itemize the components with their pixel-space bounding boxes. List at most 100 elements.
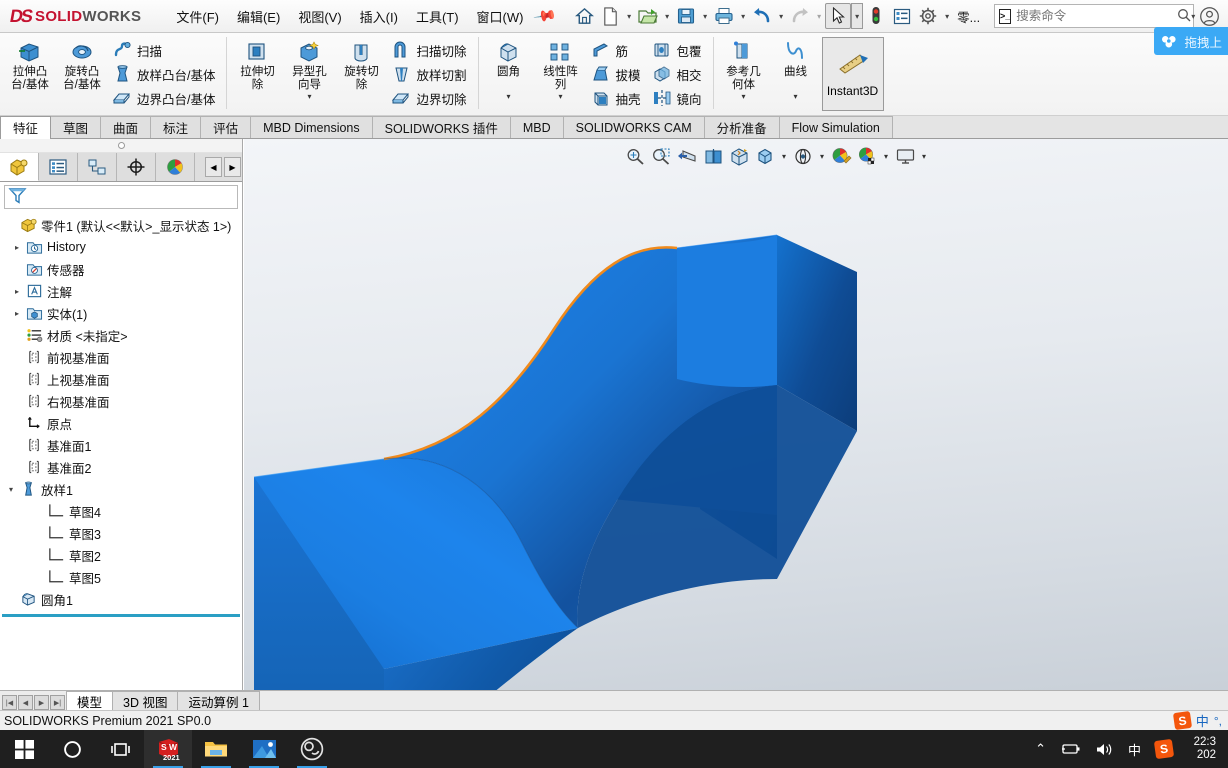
redo-icon[interactable] [787,3,813,29]
tree-item-material[interactable]: 材质 <未指定> [0,324,242,346]
tree-twisty-annotations[interactable]: ▸ [10,287,24,296]
tab-flow-simulation[interactable]: Flow Simulation [778,116,893,138]
start-button[interactable] [0,730,48,768]
panel-grip-handle[interactable] [0,139,242,153]
hole-wizard-button[interactable]: 异型孔 向导 ▾ [283,35,335,102]
rib-button[interactable]: 筋 [587,38,648,62]
swept-boss-button[interactable]: 扫描 [108,38,222,62]
menu-edit[interactable]: 编辑(E) [228,3,289,30]
property-manager-tab[interactable] [39,153,78,181]
battery-icon[interactable] [1053,742,1088,756]
settings-gear-icon[interactable] [915,3,941,29]
tab-solidworks-addins[interactable]: SOLIDWORKS 插件 [371,116,511,138]
linear-pattern-caret[interactable]: ▾ [558,92,562,101]
sogou-ime-icon[interactable]: S [1172,710,1192,731]
taskbar-obs[interactable] [288,730,336,768]
doc-nav-next[interactable]: ▶ [34,695,49,710]
lofted-part-model[interactable] [244,139,1228,690]
fm-scroll-left[interactable]: ◀ [205,157,222,177]
tree-item-sketch2[interactable]: 草图2 [0,544,242,566]
tree-item-sketch4[interactable]: 草图4 [0,500,242,522]
pin-icon[interactable]: 📌 [533,3,559,29]
taskbar-clock[interactable]: 22:3 202 [1180,736,1222,762]
wrap-button[interactable]: 包覆 [648,38,709,62]
select-cursor-icon[interactable] [825,3,852,29]
tree-item-fillet1[interactable]: 圆角1 [0,588,242,610]
undo-caret[interactable]: ▾ [775,3,787,29]
tree-item-solid-bodies[interactable]: ▸ 实体(1) [0,302,242,324]
boundary-cut-button[interactable]: 边界切除 [387,86,473,110]
tree-twisty-loft1[interactable]: ▾ [4,485,18,494]
extruded-cut-button[interactable]: 拉伸切 除 [231,35,283,92]
feature-tree-tab[interactable] [0,153,39,181]
tab-evaluate[interactable]: 评估 [200,116,252,138]
dimxpert-manager-tab[interactable] [117,153,156,181]
task-view-button[interactable] [96,730,144,768]
user-account-icon[interactable] [1194,3,1224,29]
extruded-boss-button[interactable]: 拉伸凸 台/基体 [4,35,56,92]
swept-cut-button[interactable]: 扫描切除 [387,38,473,62]
linear-pattern-button[interactable]: 线性阵 列 ▾ [535,35,587,102]
tree-item-right-plane[interactable]: 右视基准面 [0,390,242,412]
tree-item-part[interactable]: 零件1 (默认<<默认>_显示状态 1>) [0,214,242,236]
reference-geometry-button[interactable]: 参考几 何体 ▾ [718,35,770,102]
open-folder-icon[interactable] [635,3,661,29]
sogou-tray-icon[interactable]: S [1148,738,1180,760]
rebuild-status-icon[interactable] [863,3,889,29]
intersect-button[interactable]: 相交 [648,62,709,86]
taskbar-solidworks[interactable]: S W 2021 [144,730,192,768]
tree-item-plane2[interactable]: 基准面2 [0,456,242,478]
cortana-search-button[interactable] [48,730,96,768]
menu-insert[interactable]: 插入(I) [351,3,407,30]
hole-wizard-caret[interactable]: ▾ [307,92,311,101]
search-icon[interactable] [1177,8,1191,25]
home-icon[interactable] [571,3,597,29]
doc-tab-model[interactable]: 模型 [66,691,114,710]
tree-item-origin[interactable]: 原点 [0,412,242,434]
select-cursor-caret[interactable]: ▾ [851,3,864,29]
tree-filter-bar[interactable] [4,185,238,209]
tree-item-annotations[interactable]: ▸ 注解 [0,280,242,302]
tree-item-sketch5[interactable]: 草图5 [0,566,242,588]
save-caret[interactable]: ▾ [699,3,711,29]
doc-nav-last[interactable]: ▶| [50,695,65,710]
menu-window[interactable]: 窗口(W) [468,3,533,30]
menu-view[interactable]: 视图(V) [289,3,350,30]
tab-sketch[interactable]: 草图 [50,116,102,138]
rollback-bar[interactable] [2,614,240,617]
part-context-label[interactable]: 零... [953,7,984,26]
boundary-boss-button[interactable]: 边界凸台/基体 [108,86,222,110]
draft-button[interactable]: 拔模 [587,62,648,86]
shell-button[interactable]: 抽壳 [587,86,648,110]
menu-file[interactable]: 文件(F) [167,3,228,30]
tab-mbd[interactable]: MBD [509,116,564,138]
tree-twisty-history[interactable]: ▸ [10,243,24,252]
tab-solidworks-cam[interactable]: SOLIDWORKS CAM [562,116,705,138]
doc-nav-prev[interactable]: ◀ [18,695,33,710]
fm-scroll-right[interactable]: ▶ [224,157,241,177]
undo-icon[interactable] [749,3,775,29]
print-caret[interactable]: ▾ [737,3,749,29]
new-document-icon[interactable] [597,3,623,29]
tab-mbd-dimensions[interactable]: MBD Dimensions [250,116,373,138]
new-document-caret[interactable]: ▾ [623,3,635,29]
lofted-cut-button[interactable]: 放样切割 [387,62,473,86]
curves-button[interactable]: 曲线 ▾ [770,35,822,102]
revolved-boss-button[interactable]: 旋转凸 台/基体 [56,35,108,92]
display-manager-tab[interactable] [156,153,195,181]
taskbar-photos[interactable] [240,730,288,768]
print-icon[interactable] [711,3,737,29]
instant3d-button[interactable]: Instant3D [821,37,884,111]
tab-markup[interactable]: 标注 [150,116,202,138]
settings-gear-caret[interactable]: ▾ [941,3,953,29]
menu-tools[interactable]: 工具(T) [407,3,468,30]
search-box[interactable]: >_ ▾ [994,4,1195,28]
tree-item-sensors[interactable]: 传感器 [0,258,242,280]
options-list-icon[interactable] [889,3,915,29]
graphics-area[interactable]: ▾ ▾ ▾ ▾ [244,139,1228,690]
configuration-manager-tab[interactable] [78,153,117,181]
lofted-boss-button[interactable]: 放样凸台/基体 [108,62,222,86]
tab-simulation-prep[interactable]: 分析准备 [703,116,780,138]
tree-item-top-plane[interactable]: 上视基准面 [0,368,242,390]
tree-twisty-bodies[interactable]: ▸ [10,309,24,318]
